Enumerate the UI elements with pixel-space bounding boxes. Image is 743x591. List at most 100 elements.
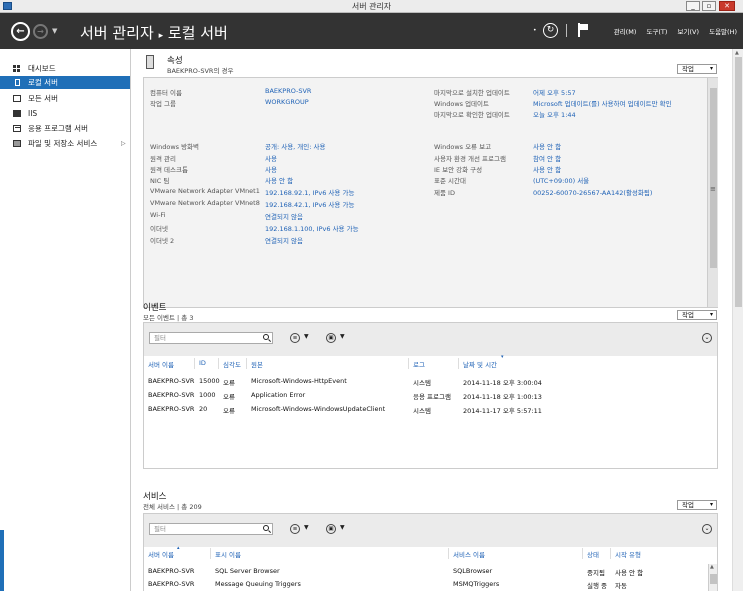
filter-placeholder: 필터 bbox=[154, 334, 166, 342]
maximize-button[interactable]: ▫ bbox=[702, 1, 716, 11]
computer-name-link[interactable]: BAEKPRO-SVR bbox=[265, 87, 311, 95]
prop-label: 마지막으로 확인한 업데이트 bbox=[434, 111, 510, 119]
column-header-source[interactable]: 원본 bbox=[251, 359, 263, 369]
column-header-display-name[interactable]: 표시 이름 bbox=[215, 549, 241, 559]
cell-display-name: SQL Server Browser bbox=[215, 567, 280, 575]
cell-severity: 오류 bbox=[223, 407, 235, 415]
expand-arrow-icon[interactable]: ▷ bbox=[121, 137, 126, 150]
events-tasks-button[interactable]: 작업 bbox=[677, 310, 717, 320]
services-tasks-button[interactable]: 작업 bbox=[677, 500, 717, 510]
column-divider bbox=[408, 358, 409, 369]
column-header-server-name[interactable]: 서버 이름 bbox=[148, 549, 174, 559]
scroll-grip-icon: ≡ bbox=[710, 185, 716, 193]
main-scrollbar[interactable]: ▲ bbox=[732, 49, 743, 591]
prop-label: Wi-Fi bbox=[150, 211, 166, 219]
prop-label: VMware Network Adapter VMnet8 bbox=[150, 199, 260, 207]
ie-esc-link[interactable]: 사용 안 함 bbox=[533, 164, 561, 174]
header-divider bbox=[566, 24, 567, 37]
column-header-status[interactable]: 상태 bbox=[587, 549, 599, 559]
refresh-dropdown-icon[interactable]: • bbox=[533, 27, 537, 34]
menu-help[interactable]: 도움말(H) bbox=[709, 28, 737, 36]
column-header-log[interactable]: 로그 bbox=[413, 359, 425, 369]
save-query-dropdown-icon[interactable]: ▼ bbox=[340, 333, 345, 340]
scroll-up-icon[interactable]: ▲ bbox=[710, 564, 714, 570]
properties-scrollbar[interactable]: ≡ bbox=[707, 78, 718, 307]
search-icon[interactable] bbox=[263, 525, 269, 531]
time-zone-link[interactable]: (UTC+09:00) 서울 bbox=[533, 175, 589, 185]
prop-label: 원격 데스크톱 bbox=[150, 166, 188, 174]
ethernet2-link[interactable]: 연결되지 않음 bbox=[265, 235, 303, 245]
sidebar-item-label: 모든 서버 bbox=[28, 94, 58, 103]
query-options-icon[interactable]: ≡ bbox=[290, 333, 300, 343]
services-filter-bar: 필터 ≡ ▼ ▣ ▼ ⌄ bbox=[144, 514, 717, 547]
close-button[interactable]: ✕ bbox=[719, 1, 735, 11]
product-id-link[interactable]: 00252-60070-26567-AA142(활성화됨) bbox=[533, 187, 652, 197]
column-header-date-time[interactable]: 날짜 및 시간 bbox=[463, 359, 497, 369]
ethernet-link[interactable]: 192.168.1.100, IPv6 사용 가능 bbox=[265, 223, 359, 233]
scrollbar-thumb[interactable] bbox=[710, 574, 717, 584]
events-filter-bar: 필터 ≡ ▼ ▣ ▼ ⌄ bbox=[144, 323, 717, 356]
filter-placeholder: 필터 bbox=[154, 525, 166, 533]
sidebar-item-app-server[interactable]: 응용 프로그램 서버 bbox=[0, 122, 130, 135]
query-options-icon[interactable]: ≡ bbox=[290, 524, 300, 534]
remote-desktop-link[interactable]: 사용 bbox=[265, 164, 277, 174]
sidebar-item-all-servers[interactable]: 모든 서버 bbox=[0, 92, 130, 105]
nic-teaming-link[interactable]: 사용 안 함 bbox=[265, 175, 293, 185]
collapse-icon[interactable]: ⌄ bbox=[702, 333, 712, 343]
save-query-icon[interactable]: ▣ bbox=[326, 524, 336, 534]
sidebar-item-label: 응용 프로그램 서버 bbox=[28, 124, 88, 133]
workgroup-link[interactable]: WORKGROUP bbox=[265, 98, 309, 106]
properties-tasks-button[interactable]: 작업 bbox=[677, 64, 717, 74]
query-options-dropdown-icon[interactable]: ▼ bbox=[304, 333, 309, 340]
windows-update-link[interactable]: Microsoft 업데이트(를) 사용하여 업데이트만 확인 bbox=[533, 98, 672, 108]
refresh-icon[interactable]: ↻ bbox=[543, 23, 558, 38]
column-header-severity[interactable]: 심각도 bbox=[223, 359, 241, 369]
services-filter-input[interactable]: 필터 bbox=[149, 523, 273, 535]
cell-service-name: MSMQTriggers bbox=[453, 580, 500, 588]
column-header-start-type[interactable]: 시작 유형 bbox=[615, 549, 641, 559]
error-reporting-link[interactable]: 사용 안 함 bbox=[533, 141, 561, 151]
events-filter-input[interactable]: 필터 bbox=[149, 332, 273, 344]
save-query-dropdown-icon[interactable]: ▼ bbox=[340, 524, 345, 531]
notifications-flag-icon[interactable] bbox=[578, 23, 588, 37]
sidebar-item-iis[interactable]: IIS bbox=[0, 107, 130, 120]
cell-date: 2014-11-18 오후 3:00:04 bbox=[463, 379, 542, 387]
column-header-service-name[interactable]: 서비스 이름 bbox=[453, 549, 485, 559]
history-dropdown-icon[interactable]: ▼ bbox=[52, 27, 57, 35]
cell-log: 시스템 bbox=[413, 407, 431, 415]
vmnet8-link[interactable]: 192.168.42.1, IPv6 사용 가능 bbox=[265, 199, 354, 209]
firewall-link[interactable]: 공개: 사용, 개인: 사용 bbox=[265, 141, 326, 151]
menu-view[interactable]: 보기(V) bbox=[678, 28, 699, 36]
services-scrollbar[interactable]: ▲ bbox=[708, 564, 717, 591]
wifi-link[interactable]: 연결되지 않음 bbox=[265, 211, 303, 221]
collapse-icon[interactable]: ⌄ bbox=[702, 524, 712, 534]
scrollbar-thumb[interactable] bbox=[710, 88, 717, 268]
vmnet1-link[interactable]: 192.168.92.1, IPv6 사용 가능 bbox=[265, 187, 354, 197]
menu-manage[interactable]: 관리(M) bbox=[614, 28, 637, 36]
ceip-link[interactable]: 참여 안 함 bbox=[533, 153, 561, 163]
breadcrumb-root[interactable]: 서버 관리자 bbox=[80, 24, 154, 42]
last-checked-updates-link[interactable]: 오늘 오후 1:44 bbox=[533, 109, 576, 119]
menu-tools[interactable]: 도구(T) bbox=[646, 28, 667, 36]
events-subtitle: 모든 이벤트 | 총 3 bbox=[143, 314, 194, 322]
minimize-button[interactable]: _ bbox=[686, 1, 700, 11]
file-storage-icon bbox=[13, 140, 21, 147]
column-divider bbox=[610, 548, 611, 559]
save-query-icon[interactable]: ▣ bbox=[326, 333, 336, 343]
scrollbar-thumb[interactable] bbox=[735, 57, 742, 307]
column-header-id[interactable]: ID bbox=[199, 359, 206, 367]
forward-arrow-icon[interactable]: → bbox=[33, 24, 48, 39]
header-menu: 관리(M) 도구(T) 보기(V) 도움말(H) bbox=[606, 26, 737, 36]
remote-management-link[interactable]: 사용 bbox=[265, 153, 277, 163]
query-options-dropdown-icon[interactable]: ▼ bbox=[304, 524, 309, 531]
sidebar-item-file-storage[interactable]: 파일 및 저장소 서비스 ▷ bbox=[0, 137, 130, 150]
back-arrow-icon[interactable]: ← bbox=[11, 22, 30, 41]
search-icon[interactable] bbox=[263, 334, 269, 340]
cell-status: 실행 중 bbox=[587, 582, 608, 590]
column-header-server-name[interactable]: 서버 이름 bbox=[148, 359, 174, 369]
app-server-icon bbox=[13, 125, 21, 132]
sidebar-item-local-server[interactable]: 로컬 서버 bbox=[0, 76, 130, 89]
scroll-up-icon[interactable]: ▲ bbox=[735, 50, 739, 56]
last-installed-updates-link[interactable]: 어제 오후 5:57 bbox=[533, 87, 576, 97]
sidebar-item-dashboard[interactable]: 대시보드 bbox=[0, 62, 130, 75]
